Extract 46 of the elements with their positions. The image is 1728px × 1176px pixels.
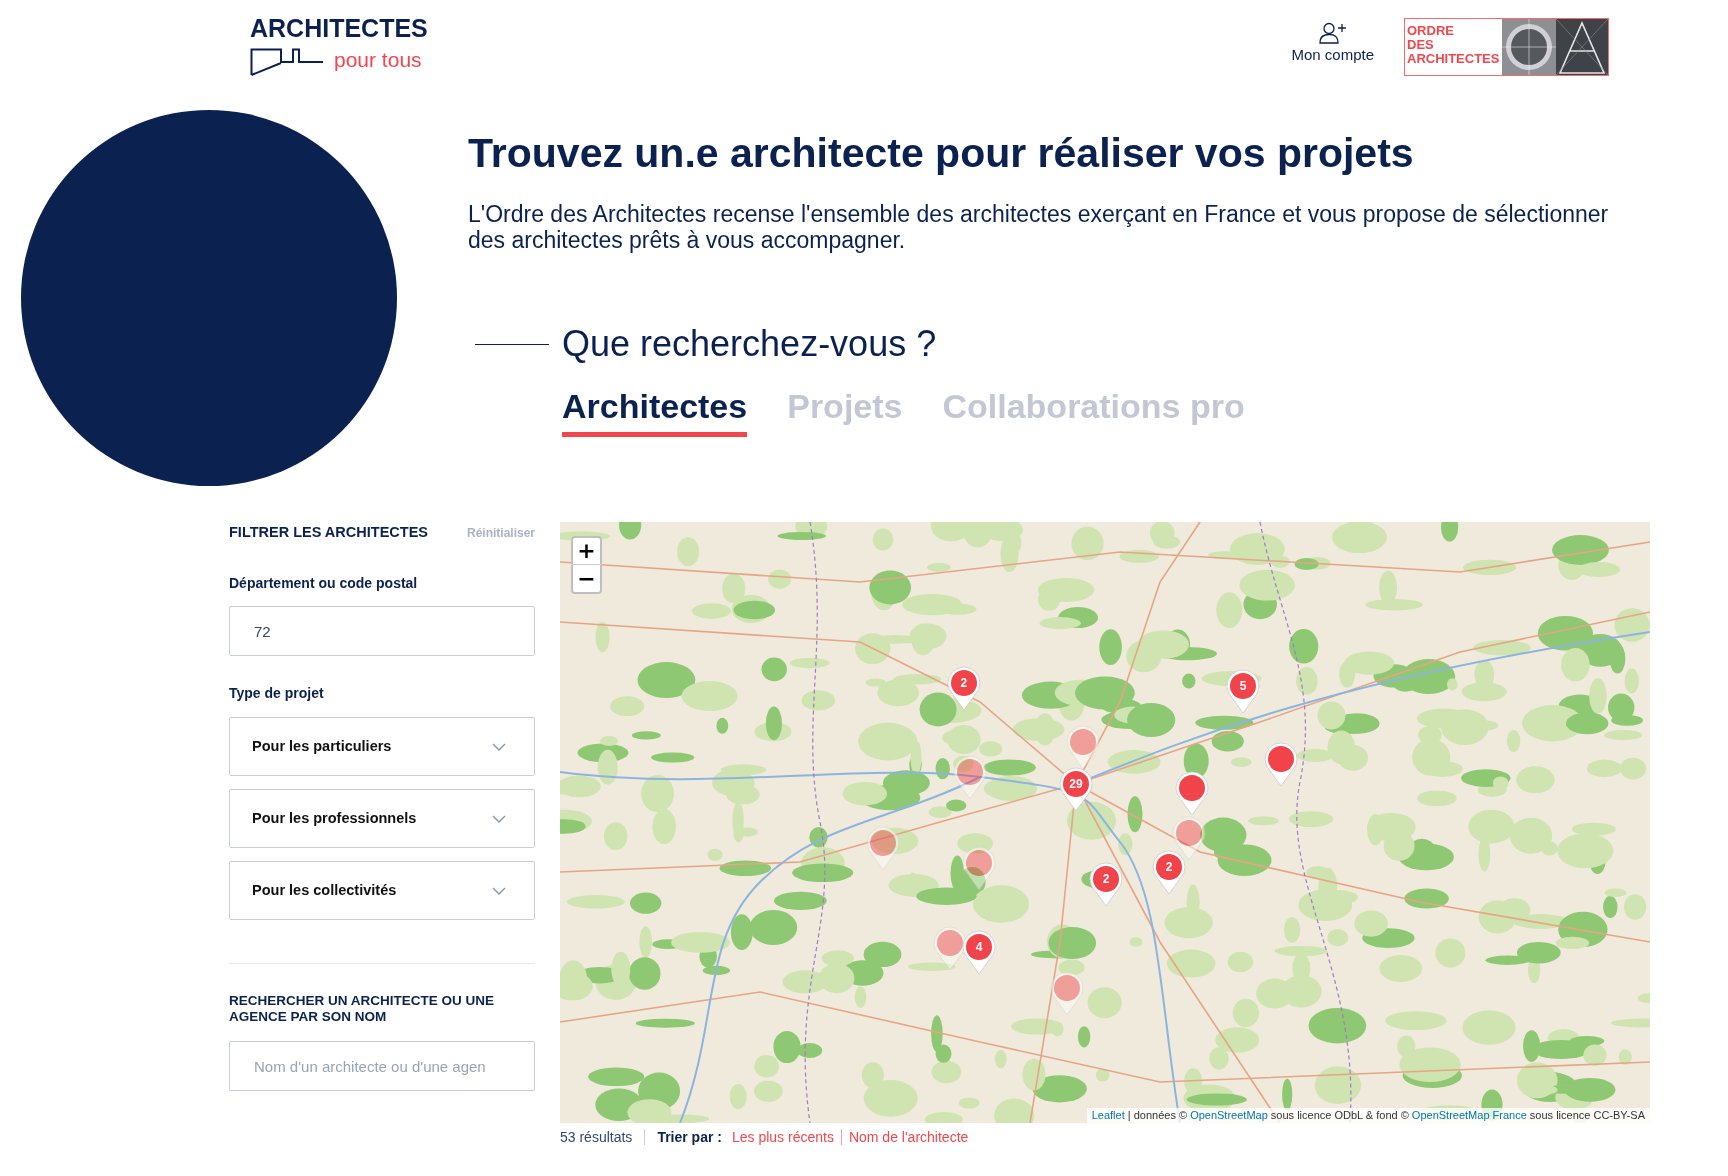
project-type-dropdown[interactable]: Pour les particuliers <box>229 717 535 776</box>
cluster-marker[interactable]: 5 <box>1225 669 1261 716</box>
field-label: Département ou code postal <box>229 574 419 593</box>
map-pin-icon[interactable] <box>1064 724 1101 771</box>
name-search-title: RECHERCHER UN ARCHITECTE OU UNE AGENCE PAR SON NOM <box>229 993 495 1025</box>
attribution-link[interactable]: OpenStreetMap France <box>1411 1109 1527 1121</box>
sort-option-link[interactable]: Nom de l'architecte <box>848 1128 969 1146</box>
cluster-marker[interactable]: 2 <box>1087 862 1124 908</box>
cluster-marker[interactable]: 2 <box>1150 849 1187 896</box>
building-outline-icon <box>250 48 324 76</box>
name-search-field[interactable]: Nom d'un architecte ou d'une agen <box>229 1041 535 1091</box>
search-tab[interactable]: Architectes <box>562 386 748 437</box>
attribution-link[interactable]: OpenStreetMap <box>1190 1109 1268 1121</box>
logo-title: ARCHITECTES <box>250 14 428 42</box>
cluster-marker[interactable]: 4 <box>961 929 997 976</box>
map-pin-icon[interactable] <box>864 825 901 872</box>
org-logo-link[interactable]: ORDRE DES ARCHITECTES <box>1404 18 1609 76</box>
intro-paragraph: L'Ordre des Architectes recense l'ensemble des architectes exerçant en France et vous propose de sélectionner des architectes prêts à vous accompagner. <box>468 201 1610 253</box>
map-pin-icon[interactable] <box>951 755 988 801</box>
map-pin-icon[interactable] <box>932 925 968 972</box>
cluster-marker[interactable]: 29 <box>1058 767 1094 814</box>
cluster-marker[interactable]: 2 <box>945 666 982 713</box>
map-attribution: Leaflet | données © OpenStreetMap sous licence ODbL & fond © OpenStreetMap France sous licence CC-BY-SA <box>1086 1108 1650 1123</box>
account-link[interactable]: Mon compte <box>1291 22 1374 64</box>
map-pin-icon[interactable] <box>961 845 997 892</box>
attribution-link[interactable]: Leaflet <box>1091 1109 1125 1121</box>
map-pin-icon[interactable] <box>1171 815 1208 862</box>
project-type-dropdown[interactable]: Pour les collectivités <box>229 861 535 920</box>
project-type-dropdown[interactable]: Pour les professionnels <box>229 789 535 848</box>
filter-title: FILTRER LES ARCHITECTES <box>229 523 428 542</box>
sort-option-link[interactable]: Les plus récents <box>731 1128 834 1146</box>
section-heading: Que recherchez-vous ? <box>562 323 937 365</box>
person-plus-icon <box>1318 22 1347 44</box>
zoom-in-button[interactable]: + <box>571 536 602 565</box>
page-headline: Trouvez un.e architecte pour réaliser vos projets <box>468 129 1415 177</box>
logo-subtitle: pour tous <box>334 48 422 73</box>
map-pin-icon[interactable] <box>1048 971 1085 1018</box>
map-pin-icon[interactable] <box>1263 741 1300 788</box>
result-count: 53 résultats <box>560 1128 633 1146</box>
reset-link[interactable]: Réinitialiser <box>466 523 535 543</box>
field-label: Type de projet <box>229 684 325 703</box>
map-pin-icon[interactable] <box>1173 771 1210 818</box>
ring-and-triangle-icon <box>1502 19 1608 75</box>
zoom-out-button[interactable]: − <box>571 565 602 594</box>
postal-code-field[interactable]: 72 <box>229 606 535 656</box>
sort-label: Trier par : <box>657 1128 722 1146</box>
